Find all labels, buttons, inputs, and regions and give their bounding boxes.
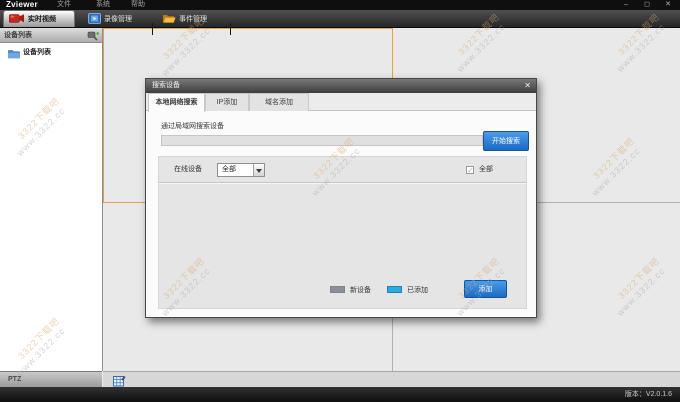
version-label: 版本：V2.0.1.6 — [624, 391, 672, 398]
folder-icon — [162, 13, 176, 26]
dialog-tab-bar: 本地网络搜索 IP添加 域名添加 — [146, 93, 536, 112]
add-button[interactable]: 添加 — [464, 280, 507, 298]
dialog-title-bar: 搜索设备 ✕ — [146, 79, 536, 93]
sidebar-header-label: 设备列表 — [4, 32, 32, 39]
dialog-title: 搜索设备 — [152, 82, 180, 89]
lan-search-label: 通过局域网搜索设备 — [161, 123, 224, 130]
app-logo: Zviewer — [6, 0, 38, 9]
zviewer-window: Zviewer 文件 系统 帮助 – ◻ ✕ 实时视频 录像管理 事件管理 设备… — [0, 0, 680, 402]
tab-separator — [152, 23, 153, 35]
maximize-button[interactable]: ◻ — [641, 0, 653, 10]
device-filter-dropdown[interactable]: 全部 — [217, 163, 265, 177]
folder-icon-blue — [8, 46, 20, 64]
tab-separator — [230, 23, 231, 35]
dialog-tab-local-network-search[interactable]: 本地网络搜索 — [148, 93, 205, 112]
select-all-label: 全部 — [479, 166, 493, 173]
dropdown-button[interactable] — [253, 164, 264, 176]
start-search-button[interactable]: 开始搜索 — [483, 131, 529, 151]
search-device-dialog: 搜索设备 ✕ 本地网络搜索 IP添加 域名添加 通过局域网搜索设备 开始搜索 在… — [145, 78, 537, 318]
dropdown-value: 全部 — [222, 166, 236, 173]
film-icon — [88, 12, 101, 26]
dialog-tab-domain-add[interactable]: 域名添加 — [249, 93, 309, 111]
add-device-icon[interactable] — [87, 29, 100, 47]
menu-file[interactable]: 文件 — [57, 0, 71, 10]
tab-record-management[interactable]: 录像管理 — [78, 10, 152, 28]
select-all-checkbox[interactable]: ✓ — [466, 166, 474, 175]
camera-icon — [8, 13, 25, 26]
bottom-toolbar-strip — [103, 371, 680, 387]
online-device-label: 在线设备 — [174, 166, 202, 173]
chevron-down-icon — [256, 169, 262, 173]
ptz-label: PTZ — [8, 376, 22, 383]
legend-swatch-added — [387, 286, 402, 293]
legend-swatch-new-device — [330, 286, 345, 293]
tab-event-management[interactable]: 事件管理 — [154, 10, 230, 28]
device-sidebar: 设备列表 设备列表 PTZ — [0, 28, 103, 387]
title-bar: Zviewer 文件 系统 帮助 – ◻ ✕ — [0, 0, 680, 10]
dialog-tab-ip-add[interactable]: IP添加 — [205, 93, 249, 111]
ptz-panel-header[interactable]: PTZ — [0, 371, 102, 387]
tab-live-video[interactable]: 实时视频 — [3, 10, 75, 27]
tab-label: 事件管理 — [179, 16, 207, 23]
search-progress-bar — [161, 135, 483, 146]
device-filter-row: 在线设备 全部 ✓ 全部 — [159, 157, 526, 183]
close-button[interactable]: ✕ — [662, 0, 674, 10]
menu-help[interactable]: 帮助 — [131, 0, 145, 10]
minimize-button[interactable]: – — [620, 0, 632, 10]
dialog-close-icon[interactable]: ✕ — [524, 79, 531, 93]
sidebar-item-device-list[interactable]: 设备列表 — [23, 47, 51, 57]
tab-label: 录像管理 — [104, 16, 132, 23]
main-tab-bar: 实时视频 录像管理 事件管理 — [0, 10, 680, 35]
tab-label: 实时视频 — [28, 16, 56, 23]
menu-system[interactable]: 系统 — [96, 0, 110, 10]
legend-label-new-device: 新设备 — [350, 287, 371, 294]
status-bar: 版本：V2.0.1.6 — [0, 387, 680, 402]
legend-label-added: 已添加 — [407, 287, 428, 294]
device-list-panel: 在线设备 全部 ✓ 全部 新设备 已添加 添加 — [158, 156, 527, 309]
